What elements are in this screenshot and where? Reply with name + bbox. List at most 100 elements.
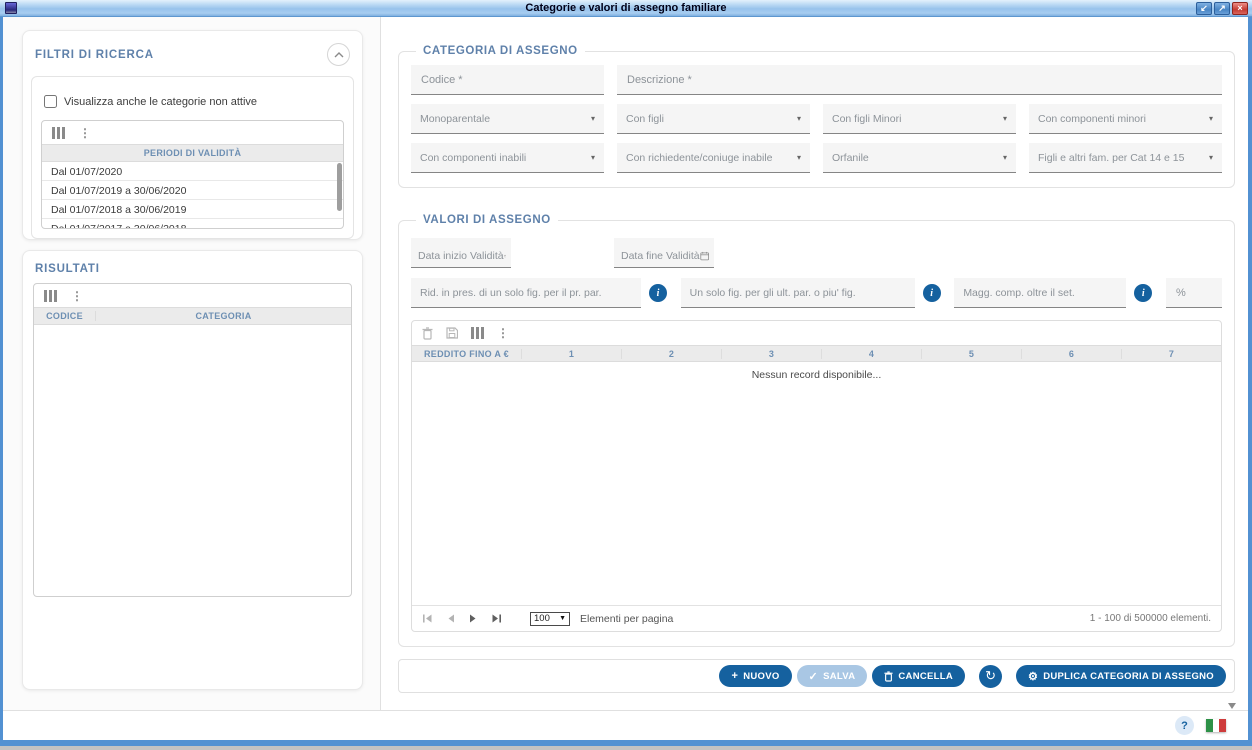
save-grid-icon[interactable] bbox=[446, 327, 458, 339]
kebab-menu-icon[interactable]: ⋮ bbox=[71, 290, 83, 302]
value-column-header[interactable]: 4 bbox=[822, 349, 922, 359]
range-label: 1 - 100 di 500000 elementi. bbox=[1090, 613, 1211, 624]
period-row[interactable]: Dal 01/07/2017 a 30/06/2018 bbox=[42, 219, 343, 228]
calendar-icon bbox=[700, 250, 709, 262]
gear-icon: ⚙ bbox=[1028, 670, 1038, 683]
category-fieldset: CATEGORIA DI ASSEGNO Monoparentale ▾ Con… bbox=[398, 45, 1235, 188]
close-window-button[interactable]: × bbox=[1232, 2, 1248, 15]
info-icon[interactable]: i bbox=[923, 284, 941, 302]
action-bar: + NUOVO ✓ SALVA CANCELLA ↻ bbox=[398, 659, 1235, 693]
chevron-down-icon: ▾ bbox=[591, 114, 595, 123]
prev-page-button[interactable] bbox=[447, 614, 455, 623]
app-window: Categorie e valori di assegno familiare … bbox=[0, 0, 1252, 746]
collapse-filters-button[interactable] bbox=[327, 43, 350, 66]
select-arrow-icon: ▼ bbox=[559, 615, 566, 622]
periods-header: PERIODI DI VALIDITÀ bbox=[42, 144, 343, 162]
descrizione-input[interactable] bbox=[617, 65, 1222, 95]
italian-flag-icon[interactable] bbox=[1206, 719, 1226, 732]
show-inactive-label: Visualizza anche le categorie non attive bbox=[64, 96, 257, 108]
plus-icon: + bbox=[731, 670, 738, 682]
columns-icon[interactable] bbox=[52, 127, 65, 139]
codice-input[interactable] bbox=[411, 65, 604, 95]
dropdown-con-figli-minori[interactable]: Con figli Minori ▾ bbox=[823, 104, 1016, 134]
period-row[interactable]: Dal 01/07/2019 a 30/06/2020 bbox=[42, 181, 343, 200]
columns-icon[interactable] bbox=[471, 327, 484, 339]
rid-field[interactable]: Rid. in pres. di un solo fig. per il pr.… bbox=[411, 278, 641, 308]
value-column-header[interactable]: 2 bbox=[622, 349, 722, 359]
dropdown-monoparentale[interactable]: Monoparentale ▾ bbox=[411, 104, 604, 134]
codice-column-header[interactable]: CODICE bbox=[34, 311, 96, 321]
empty-records-message: Nessun record disponibile... bbox=[412, 362, 1221, 381]
dropdown-figli-altri-fam[interactable]: Figli e altri fam. per Cat 14 e 15 ▾ bbox=[1029, 143, 1222, 173]
magg-field[interactable]: Magg. comp. oltre il set. bbox=[954, 278, 1126, 308]
refresh-icon: ↻ bbox=[985, 668, 996, 684]
trash-icon bbox=[884, 671, 893, 682]
dropdown-con-componenti-inabili[interactable]: Con componenti inabili ▾ bbox=[411, 143, 604, 173]
dropdown-con-componenti-minori[interactable]: Con componenti minori ▾ bbox=[1029, 104, 1222, 134]
period-row[interactable]: Dal 01/07/2020 bbox=[42, 162, 343, 181]
period-row[interactable]: Dal 01/07/2018 a 30/06/2019 bbox=[42, 200, 343, 219]
date-start-field[interactable]: Data inizio Validità bbox=[411, 238, 511, 268]
results-toolbar: ⋮ bbox=[34, 284, 351, 307]
per-page-label: Elementi per pagina bbox=[580, 613, 673, 625]
next-page-button[interactable] bbox=[469, 614, 477, 623]
unsolo-field[interactable]: Un solo fig. per gli ult. par. o piu' fi… bbox=[681, 278, 915, 308]
pagination-bar: 100 ▼ Elementi per pagina 1 - 100 di 500… bbox=[412, 605, 1221, 631]
periods-scrollbar[interactable] bbox=[337, 163, 342, 211]
date-end-field[interactable]: Data fine Validità bbox=[614, 238, 714, 268]
results-table: ⋮ CODICE CATEGORIA bbox=[33, 283, 352, 597]
help-button[interactable]: ? bbox=[1175, 716, 1194, 735]
columns-icon[interactable] bbox=[44, 290, 57, 302]
chevron-down-icon: ▾ bbox=[1003, 114, 1007, 123]
close-icon: × bbox=[1237, 4, 1242, 13]
restore-window-button[interactable]: ↙ bbox=[1196, 2, 1212, 15]
new-button[interactable]: + NUOVO bbox=[719, 665, 791, 687]
main-panel: CATEGORIA DI ASSEGNO Monoparentale ▾ Con… bbox=[381, 17, 1248, 740]
page-size-select[interactable]: 100 ▼ bbox=[530, 612, 570, 626]
values-fieldset: VALORI DI ASSEGNO Data inizio Validità bbox=[398, 214, 1235, 647]
values-toolbar: ⋮ bbox=[412, 321, 1221, 345]
maximize-window-button[interactable]: ↗ bbox=[1214, 2, 1230, 15]
values-table-body: Nessun record disponibile... bbox=[412, 362, 1221, 605]
value-column-header[interactable]: 5 bbox=[922, 349, 1022, 359]
info-icon[interactable]: i bbox=[649, 284, 667, 302]
percent-input[interactable] bbox=[1166, 278, 1222, 308]
reddito-column-header[interactable]: REDDITO FINO A € bbox=[412, 349, 522, 359]
value-column-header[interactable]: 1 bbox=[522, 349, 622, 359]
info-icon[interactable]: i bbox=[1134, 284, 1152, 302]
results-header: CODICE CATEGORIA bbox=[34, 307, 351, 325]
last-page-button[interactable] bbox=[491, 614, 502, 623]
refresh-button[interactable]: ↻ bbox=[979, 665, 1002, 688]
footer: ? bbox=[3, 710, 1248, 740]
filters-panel: Visualizza anche le categorie non attive… bbox=[31, 76, 354, 239]
question-icon: ? bbox=[1181, 720, 1188, 732]
results-title: RISULTATI bbox=[35, 263, 100, 275]
maximize-icon: ↗ bbox=[1218, 4, 1226, 13]
save-button[interactable]: ✓ SALVA bbox=[797, 665, 868, 687]
chevron-down-icon: ▾ bbox=[1209, 153, 1213, 162]
values-legend: VALORI DI ASSEGNO bbox=[416, 214, 558, 226]
filters-title: FILTRI DI RICERCA bbox=[35, 49, 154, 61]
kebab-menu-icon[interactable]: ⋮ bbox=[79, 127, 91, 139]
duplicate-category-button[interactable]: ⚙ DUPLICA CATEGORIA DI ASSEGNO bbox=[1016, 665, 1226, 687]
delete-button[interactable]: CANCELLA bbox=[872, 665, 965, 687]
dropdown-con-richiedente-inabile[interactable]: Con richiedente/coniuge inabile ▾ bbox=[617, 143, 810, 173]
periods-table: ⋮ PERIODI DI VALIDITÀ Dal 01/07/2020 Dal… bbox=[41, 120, 344, 229]
dropdown-orfanile[interactable]: Orfanile ▾ bbox=[823, 143, 1016, 173]
values-header-row: REDDITO FINO A € 1 2 3 4 5 6 7 bbox=[412, 345, 1221, 362]
first-page-button[interactable] bbox=[422, 614, 433, 623]
dropdown-con-figli[interactable]: Con figli ▾ bbox=[617, 104, 810, 134]
show-inactive-checkbox[interactable] bbox=[44, 95, 57, 108]
value-column-header[interactable]: 3 bbox=[722, 349, 822, 359]
periods-toolbar: ⋮ bbox=[42, 121, 343, 144]
trash-icon[interactable] bbox=[422, 327, 433, 340]
check-icon: ✓ bbox=[809, 670, 819, 683]
value-column-header[interactable]: 7 bbox=[1122, 349, 1221, 359]
kebab-menu-icon[interactable]: ⋮ bbox=[497, 327, 509, 339]
value-column-header[interactable]: 6 bbox=[1022, 349, 1122, 359]
sidebar: FILTRI DI RICERCA Visualizza anche le ca… bbox=[3, 17, 381, 740]
categoria-column-header[interactable]: CATEGORIA bbox=[96, 311, 351, 321]
results-card: RISULTATI ⋮ CODICE CATEGORIA bbox=[22, 250, 363, 690]
window-controls: ↙ ↗ × bbox=[1196, 2, 1248, 15]
category-legend: CATEGORIA DI ASSEGNO bbox=[416, 45, 585, 57]
